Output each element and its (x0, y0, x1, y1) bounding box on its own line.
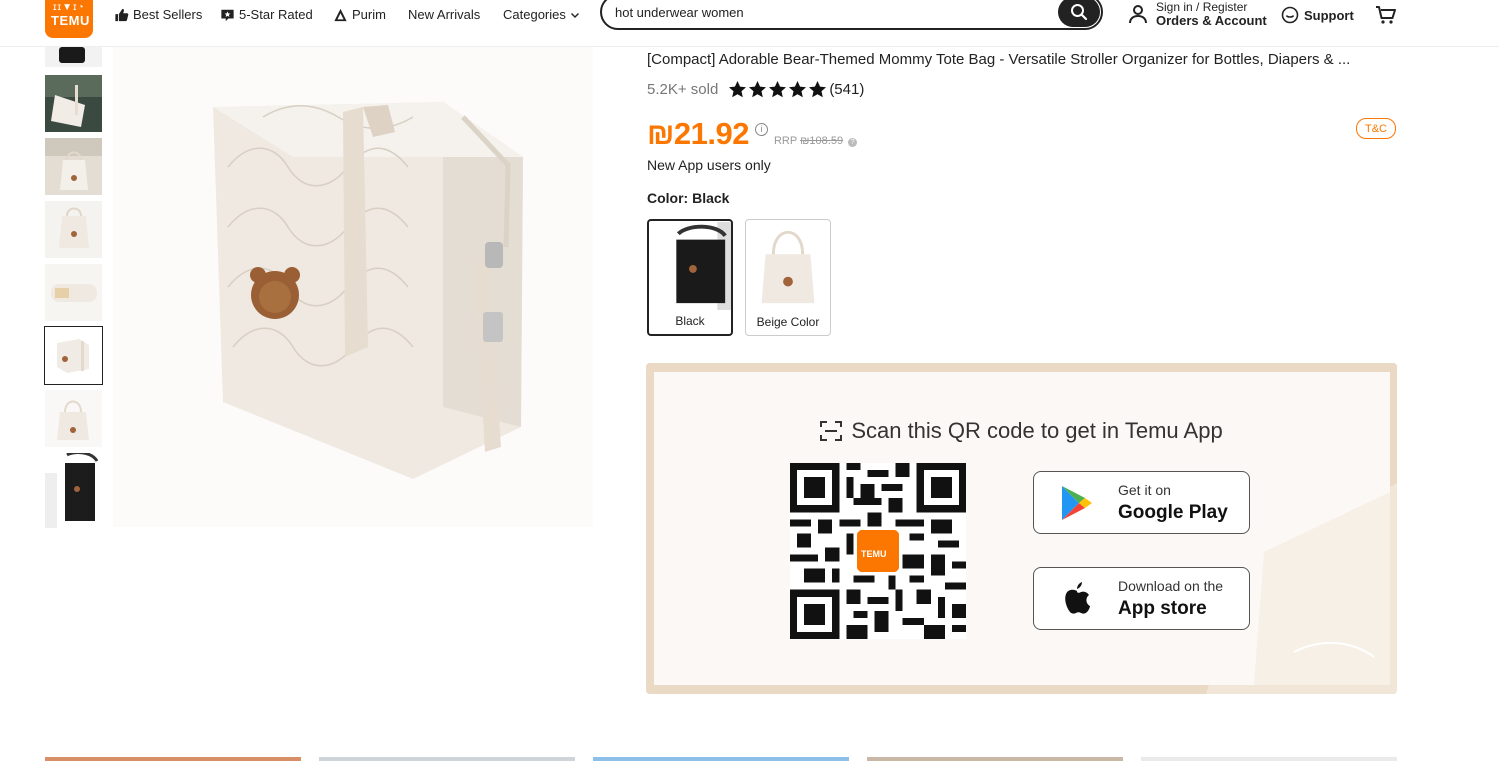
product-thumbnail[interactable] (45, 390, 102, 447)
search-button[interactable] (1058, 0, 1100, 27)
product-thumbnail[interactable] (45, 264, 102, 321)
nav-best-sellers[interactable]: Best Sellers (114, 7, 202, 22)
temu-logo[interactable]: ɪɪ▼ɪ◔ TEMU (45, 0, 93, 38)
account-menu[interactable]: Sign in / Register Orders & Account (1128, 0, 1267, 28)
star-icon (789, 80, 807, 98)
product-thumbnail[interactable] (45, 75, 102, 132)
review-count[interactable]: (541) (829, 81, 864, 98)
product-thumbnail[interactable] (45, 47, 102, 67)
cart-button[interactable] (1375, 5, 1397, 30)
help-icon[interactable]: ? (848, 138, 858, 147)
qr-logo-text: TEMU (861, 549, 887, 559)
nav-label: New Arrivals (408, 7, 481, 22)
recommendation-card-peek[interactable] (1141, 757, 1397, 761)
star-badge-icon (221, 9, 234, 21)
scan-icon (820, 421, 843, 441)
search-input[interactable] (615, 5, 1035, 20)
google-play-icon (1062, 486, 1092, 520)
nav-new-arrivals[interactable]: New Arrivals (408, 7, 480, 22)
recommendation-card-peek[interactable] (319, 757, 575, 761)
logo-glyphs: ɪɪ▼ɪ◔ (53, 2, 85, 13)
recommendation-card-peek[interactable] (867, 757, 1123, 761)
apple-icon (1065, 582, 1090, 614)
user-icon (1129, 5, 1147, 24)
sold-count: 5.2K+ sold (647, 80, 719, 98)
chevron-down-icon (570, 12, 579, 18)
qr-title-text: Scan this QR code to get in Temu App (851, 418, 1223, 443)
rrp-label: RRP (773, 135, 798, 147)
thumbs-up-icon (115, 8, 129, 21)
new-app-users-note: New App users only (647, 157, 771, 173)
rrp-block: RRP ₪108.59 ? (773, 135, 858, 147)
search-bar (600, 0, 1103, 30)
info-icon[interactable]: i (754, 122, 768, 136)
mountain-icon (334, 8, 347, 21)
app-store-button[interactable]: Download on the App store (1033, 567, 1250, 630)
swatch-image (746, 221, 830, 309)
support-link[interactable]: Support (1281, 6, 1354, 24)
product-thumbnail[interactable] (45, 453, 102, 528)
nav-categories[interactable]: Categories (503, 7, 580, 22)
star-icon (749, 80, 767, 98)
search-icon (1071, 4, 1088, 21)
google-play-big-text: Google Play (1118, 502, 1228, 523)
product-thumbnail[interactable] (45, 201, 102, 258)
support-label: Support (1304, 7, 1354, 23)
color-swatch-black[interactable]: Black (647, 219, 733, 336)
account-sign-in-label: Sign in / Register (1156, 0, 1248, 14)
star-rating[interactable] (728, 80, 827, 98)
sold-rating-row: 5.2K+ sold (541) (647, 80, 864, 98)
product-main-image[interactable] (113, 47, 593, 527)
recommendation-card-peek[interactable] (593, 757, 849, 761)
nav-purim[interactable]: Purim (333, 7, 386, 22)
swatch-label: Black (675, 314, 705, 328)
product-thumbnail-active[interactable] (44, 326, 103, 385)
nav-label: 5-Star Rated (239, 7, 313, 22)
google-play-button[interactable]: Get it on Google Play (1033, 471, 1250, 534)
color-label: Color: Black (647, 190, 730, 206)
cart-icon (1376, 6, 1396, 24)
star-icon (809, 80, 827, 98)
current-price: ₪21.92 (647, 116, 749, 151)
support-chat-icon (1281, 6, 1299, 24)
nav-label: Categories (503, 7, 566, 22)
product-title[interactable]: [Compact] Adorable Bear-Themed Mommy Tot… (647, 51, 1407, 68)
nav-label: Best Sellers (133, 7, 203, 22)
nav-label: Purim (352, 7, 386, 22)
star-icon (729, 80, 747, 98)
logo-word: TEMU (51, 13, 90, 28)
app-store-small-text: Download on the (1118, 578, 1224, 594)
star-icon (769, 80, 787, 98)
app-download-panel: Scan this QR code to get in Temu App TEM… (646, 363, 1397, 694)
account-orders-label: Orders & Account (1156, 13, 1267, 28)
rrp-price: ₪108.59 (800, 135, 844, 147)
price-row: ₪21.92 i RRP ₪108.59 ? (647, 116, 858, 152)
swatch-label: Beige Color (756, 315, 820, 329)
qr-title: Scan this QR code to get in Temu App (646, 418, 1396, 444)
app-store-big-text: App store (1118, 598, 1207, 619)
google-play-small-text: Get it on (1118, 482, 1171, 498)
terms-badge[interactable]: T&C (1356, 118, 1396, 139)
top-header: ɪɪ▼ɪ◔ TEMU Best Sellers 5-Star Rated Pur… (0, 0, 1499, 47)
product-thumbnail[interactable] (45, 138, 102, 195)
recommendation-card-peek[interactable] (45, 757, 301, 761)
swatch-image (649, 222, 731, 310)
qr-code: TEMU (790, 463, 966, 639)
color-swatch-beige[interactable]: Beige Color (745, 219, 831, 336)
nav-5-star-rated[interactable]: 5-Star Rated (220, 7, 313, 22)
